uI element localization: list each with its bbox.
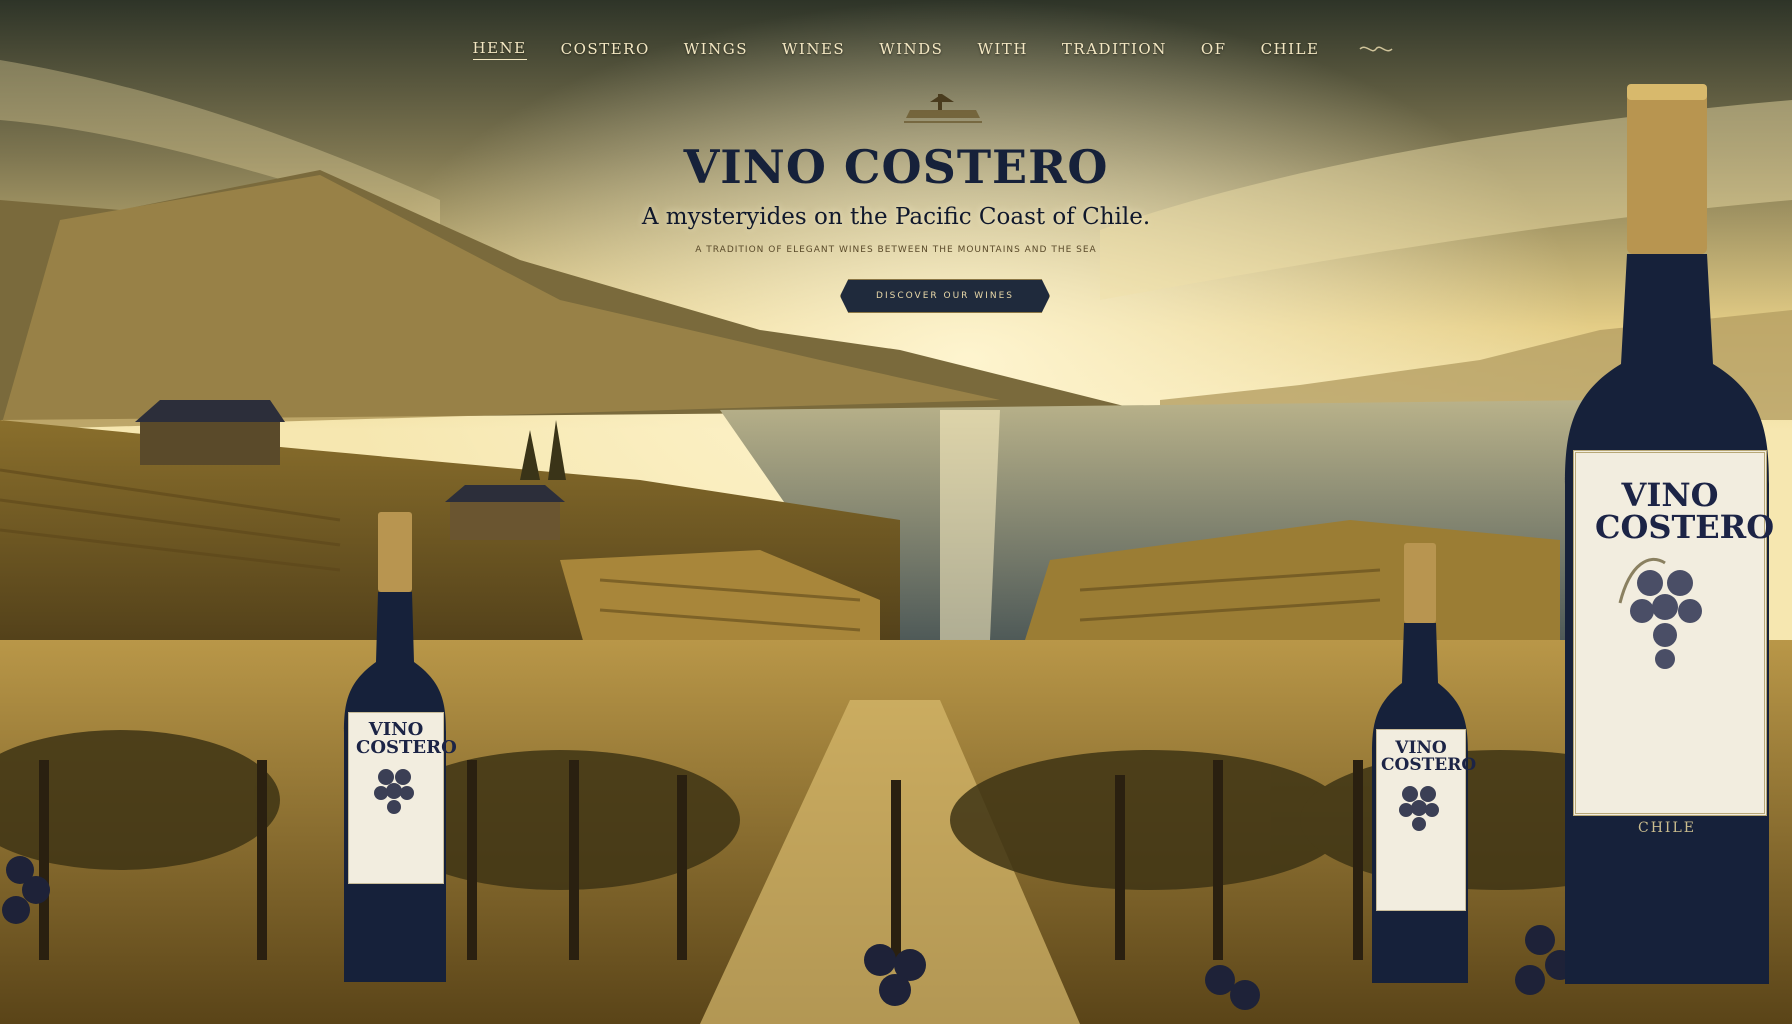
nav-item-tradition[interactable]: TRADITION	[1062, 40, 1167, 58]
middle-bottle-brand: VINO COSTERO	[1381, 738, 1477, 775]
discover-button[interactable]: DISCOVER OUR WINES	[840, 279, 1050, 313]
nav-item-wings[interactable]: WINGS	[684, 40, 748, 58]
grape-bunch-icon	[1618, 557, 1702, 669]
nav-item-home[interactable]: HENE	[472, 39, 527, 60]
nav-item-winds[interactable]: WINDS	[879, 40, 943, 58]
right-bottle-label: VINO COSTERO	[1573, 450, 1775, 816]
hero-subtitle: A mysteryides on the Pacific Coast of Ch…	[641, 204, 1151, 230]
left-bottle-label: VINO COSTERO	[348, 712, 457, 884]
hero-title: VINO COSTERO	[683, 140, 1109, 194]
right-bottle-brand: VINO COSTERO	[1595, 476, 1775, 546]
left-wine-bottle: VINO COSTERO	[342, 512, 457, 982]
top-navigation: HENE COSTERO WINGS WINES WINDS WITH TRAD…	[0, 34, 1792, 64]
nav-item-costero[interactable]: COSTERO	[561, 40, 650, 58]
nav-item-chile[interactable]: CHILE	[1261, 40, 1320, 58]
grape-bunch-icon	[1399, 786, 1439, 831]
nav-item-of[interactable]: OF	[1201, 40, 1227, 58]
nav-item-with[interactable]: WITH	[977, 40, 1027, 58]
left-bottle-brand: VINO COSTERO	[356, 719, 457, 758]
grape-bunch-icon	[374, 769, 414, 814]
middle-bottle-label: VINO COSTERO	[1376, 729, 1477, 911]
winery-emblem-icon	[904, 94, 982, 123]
decorative-scroll-icon	[1359, 46, 1393, 52]
right-wine-bottle: VINO COSTERO CHILE	[1563, 84, 1775, 984]
right-bottle-origin: CHILE	[1638, 820, 1696, 836]
middle-wine-bottle: VINO COSTERO	[1370, 543, 1477, 983]
nav-item-wines[interactable]: WINES	[782, 40, 845, 58]
hero-fine-print: A TRADITION OF ELEGANT WINES BETWEEN THE…	[695, 245, 1097, 255]
